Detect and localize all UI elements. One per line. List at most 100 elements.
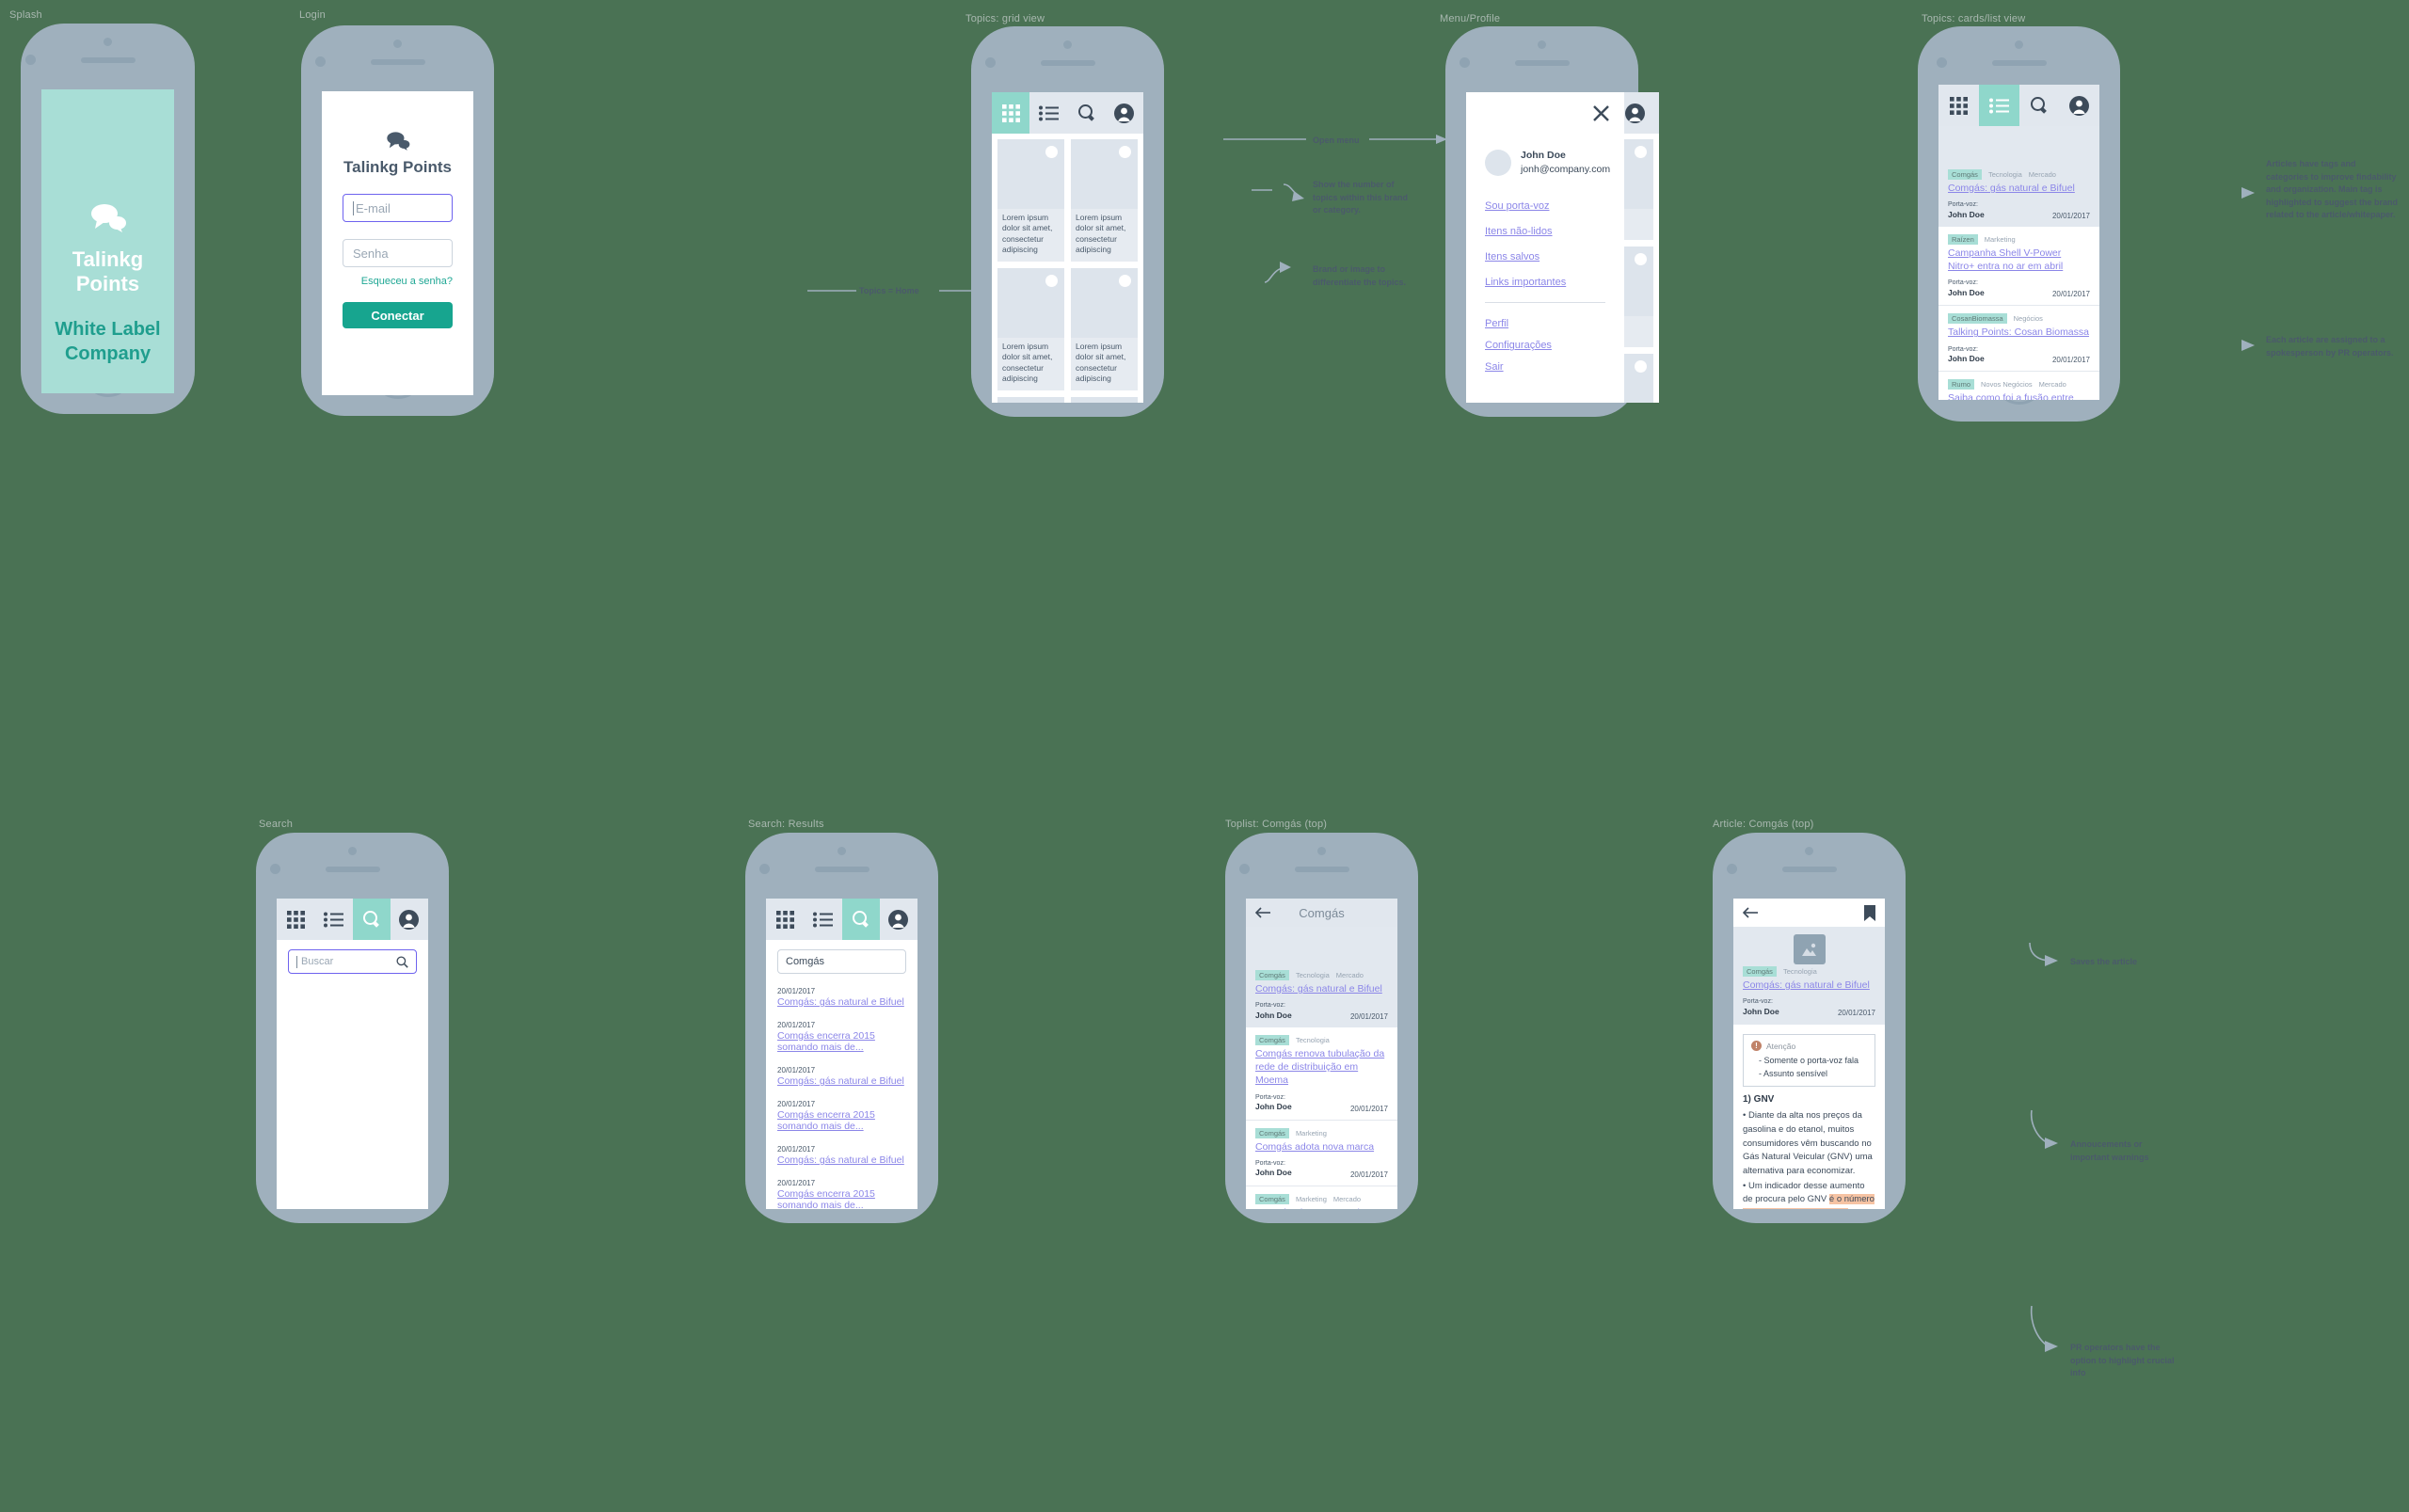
search-result-item[interactable]: 20/01/2017 Comgás encerra 2015 somando ma… <box>777 1179 906 1209</box>
result-title[interactable]: Comgás: gás natural e Bifuel <box>777 996 906 1008</box>
tab-search[interactable] <box>352 899 391 940</box>
tab-profile[interactable] <box>1106 92 1143 134</box>
tag[interactable]: Tecnologia <box>1296 971 1330 979</box>
search-result-item[interactable]: 20/01/2017 Comgás: gás natural e Bifuel <box>777 1066 906 1087</box>
search-input[interactable]: Comgás <box>777 949 906 974</box>
grid-card[interactable] <box>1071 396 1138 403</box>
article-meta: Porta-voz: John Doe 20/01/2017 <box>1948 345 2090 365</box>
menu-item-itens-salvos[interactable]: Itens salvos <box>1485 251 1605 263</box>
article-list-item[interactable]: Comgás Marketing Comgás adota nova marca Po… <box>1246 1121 1397 1186</box>
result-title[interactable]: Comgás: gás natural e Bifuel <box>777 1154 906 1166</box>
tag-main[interactable]: Comgás <box>1255 1127 1289 1138</box>
menu-item-sou-porta-voz[interactable]: Sou porta-voz <box>1485 200 1605 212</box>
article-list-item[interactable]: Rumo Novos Negócios Mercado Saiba como foi … <box>1938 372 2099 400</box>
tab-grid[interactable] <box>992 92 1030 134</box>
tag-main[interactable]: Comgás <box>1743 966 1777 977</box>
tab-search[interactable] <box>2019 85 2060 126</box>
forgot-password-link[interactable]: Esqueceu a senha? <box>343 276 453 287</box>
topic-header: Comgás <box>1246 899 1397 927</box>
connect-button[interactable]: Conectar <box>343 302 453 328</box>
article-list-item[interactable]: Raízen Marketing Campanha Shell V-Power Ni… <box>1938 227 2099 307</box>
connector-saves-article <box>2029 942 2058 966</box>
tab-list[interactable] <box>1978 85 2019 126</box>
article-list-item[interactable]: Comgás Tecnologia Mercado Comgás: gás natur… <box>1938 126 2099 228</box>
tab-grid[interactable] <box>277 899 314 940</box>
tag[interactable]: Tecnologia <box>1783 967 1817 976</box>
close-icon[interactable] <box>1593 105 1609 121</box>
article-title[interactable]: Comgás: gás natural e Bifuel <box>1948 182 2090 195</box>
login-form: Talinkg Points E-mail Senha Esqueceu a s… <box>322 91 473 328</box>
grid-card[interactable]: Lorem ipsum dolor sit amet, consectetur … <box>1071 139 1138 262</box>
search-result-item[interactable]: 20/01/2017 Comgás encerra 2015 somando ma… <box>777 1021 906 1053</box>
tab-search[interactable] <box>1068 92 1106 134</box>
arrow-left-icon[interactable] <box>1743 907 1759 918</box>
tag[interactable]: Novos Negócios <box>1981 380 2033 389</box>
menu-item-itens-nao-lidos[interactable]: Itens não-lidos <box>1485 226 1605 237</box>
tag[interactable]: Marketing <box>1985 235 2016 244</box>
tag-main[interactable]: Comgás <box>1255 970 1289 980</box>
grid-card[interactable]: Lorem ipsum dolor sit amet, consectetur … <box>1071 267 1138 390</box>
tag[interactable]: Mercado <box>2039 380 2066 389</box>
tag-main[interactable]: Comgás <box>1255 1193 1289 1204</box>
tag[interactable]: Mercado <box>1333 1195 1361 1203</box>
password-field[interactable]: Senha <box>343 239 453 267</box>
tab-profile[interactable] <box>880 899 917 940</box>
search-icon[interactable] <box>396 955 408 968</box>
article-title[interactable]: Comgás: gás natural e Bifuel <box>1255 982 1388 995</box>
search-input[interactable]: Buscar <box>288 949 417 974</box>
tab-grid[interactable] <box>1938 85 1979 126</box>
result-title[interactable]: Comgás: gás natural e Bifuel <box>777 1075 906 1087</box>
tag[interactable]: Tecnologia <box>1296 1036 1330 1044</box>
tag[interactable]: Marketing <box>1296 1195 1327 1203</box>
article-title[interactable]: Saiba como foi a fusão entre Rumo e ALL <box>1948 391 2090 400</box>
article-title[interactable]: Comgás alcança 95% de índice geral de sa… <box>1255 1206 1388 1209</box>
tag[interactable]: Mercado <box>1336 971 1364 979</box>
search-result-item[interactable]: 20/01/2017 Comgás: gás natural e Bifuel <box>777 1145 906 1166</box>
article-title[interactable]: Campanha Shell V-Power Nitro+ entra no a… <box>1948 247 2090 273</box>
tab-grid[interactable] <box>766 899 804 940</box>
tab-list[interactable] <box>1029 92 1067 134</box>
tag[interactable]: Tecnologia <box>1988 170 2022 179</box>
tab-search[interactable] <box>841 899 880 940</box>
screen-menu: Lorem ipsum dolor sit amet, consectetur … <box>1466 92 1659 403</box>
search-result-item[interactable]: 20/01/2017 Comgás: gás natural e Bifuel <box>777 987 906 1008</box>
tag-main[interactable]: Comgás <box>1948 169 1982 180</box>
grid-card[interactable] <box>997 396 1064 403</box>
email-field[interactable]: E-mail <box>343 194 453 222</box>
tab-profile[interactable] <box>2059 85 2099 126</box>
menu-item-links-importantes[interactable]: Links importantes <box>1485 277 1605 288</box>
menu-item-perfil[interactable]: Perfil <box>1485 318 1605 329</box>
article-title[interactable]: Comgás adota nova marca <box>1255 1140 1388 1154</box>
menu-item-sair[interactable]: Sair <box>1485 361 1605 373</box>
tag-main[interactable]: CosanBiomassa <box>1948 313 2007 325</box>
article-title[interactable]: Comgás renova tubulação da rede de distr… <box>1255 1047 1388 1088</box>
article-list-item[interactable]: CosanBiomassa Negócios Talking Points: Cos… <box>1938 306 2099 373</box>
spokesperson: Porta-voz: John Doe <box>1743 997 1779 1017</box>
tag[interactable]: Mercado <box>2029 170 2056 179</box>
grid-card[interactable]: Lorem ipsum dolor sit amet, consectetur … <box>997 267 1064 390</box>
article-list-item[interactable]: Comgás Marketing Mercado Comgás alcança 95%… <box>1246 1186 1397 1209</box>
result-title[interactable]: Comgás encerra 2015 somando mais de... <box>777 1109 906 1132</box>
tag[interactable]: Negócios <box>2014 314 2043 323</box>
bookmark-icon[interactable] <box>1864 904 1875 921</box>
article-list-item[interactable]: Comgás Tecnologia Comgás renova tubulação … <box>1246 1027 1397 1121</box>
result-title[interactable]: Comgás encerra 2015 somando mais de... <box>777 1188 906 1209</box>
article-list-item[interactable]: Comgás Tecnologia Mercado Comgás: gás natur… <box>1246 927 1397 1028</box>
menu-item-configuracoes[interactable]: Configurações <box>1485 340 1605 351</box>
article-title[interactable]: Talking Points: Cosan Biomassa <box>1948 326 2090 339</box>
tab-profile[interactable] <box>391 899 428 940</box>
tab-list[interactable] <box>314 899 352 940</box>
grid-cards: Lorem ipsum dolor sit amet, consectetur … <box>992 134 1143 403</box>
tag-main[interactable]: Raízen <box>1948 234 1978 246</box>
tab-list[interactable] <box>804 899 841 940</box>
tag[interactable]: Marketing <box>1296 1129 1327 1138</box>
arrow-left-icon[interactable] <box>1255 907 1271 918</box>
phone-login: Talinkg Points E-mail Senha Esqueceu a s… <box>301 25 494 416</box>
grid-icon <box>1001 103 1020 122</box>
search-result-item[interactable]: 20/01/2017 Comgás encerra 2015 somando ma… <box>777 1100 906 1132</box>
grid-card[interactable]: Lorem ipsum dolor sit amet, consectetur … <box>997 139 1064 262</box>
tag-main[interactable]: Comgás <box>1255 1035 1289 1046</box>
tag-main[interactable]: Rumo <box>1948 379 1975 390</box>
splash-title: Talinkg Points <box>72 247 144 295</box>
result-title[interactable]: Comgás encerra 2015 somando mais de... <box>777 1030 906 1053</box>
